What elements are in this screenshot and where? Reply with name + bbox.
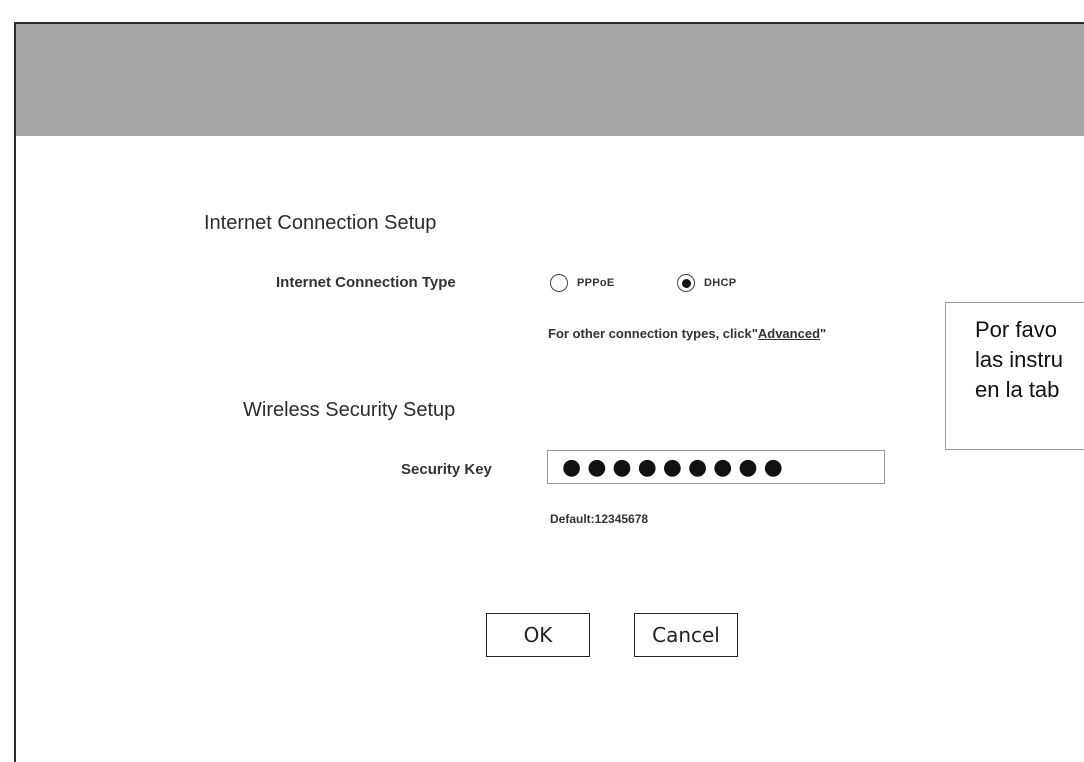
note-line: en la tab — [975, 377, 1060, 402]
advanced-link[interactable]: Advanced — [758, 326, 820, 341]
ok-button[interactable]: OK — [486, 613, 590, 657]
security-key-label: Security Key — [401, 461, 492, 478]
note-line: las instru — [975, 347, 1064, 372]
note-line: Por favo — [975, 317, 1057, 342]
radio-selected-dot — [681, 278, 691, 288]
radio-button-dhcp[interactable] — [677, 274, 695, 292]
internet-setup-title: Internet Connection Setup — [204, 212, 437, 234]
radio-option-pppoe[interactable]: PPPoE — [550, 274, 615, 292]
header-bar — [16, 24, 1084, 136]
connection-type-label: Internet Connection Type — [276, 274, 456, 291]
instruction-note-box: Por favo las instru en la tab — [945, 302, 1084, 450]
connection-types-hint: For other connection types, click"Advanc… — [548, 326, 826, 341]
hint-text-prefix: For other connection types, click" — [548, 326, 758, 341]
wireless-setup-title: Wireless Security Setup — [243, 399, 456, 421]
radio-button-pppoe[interactable] — [550, 274, 568, 292]
radio-label-dhcp: DHCP — [704, 277, 737, 289]
radio-label-pppoe: PPPoE — [577, 277, 615, 289]
security-key-input[interactable]: ●●●●●●●●● — [547, 450, 885, 484]
cancel-button[interactable]: Cancel — [634, 613, 738, 657]
default-key-note: Default:12345678 — [550, 512, 649, 526]
hint-text-suffix: " — [820, 326, 827, 341]
radio-option-dhcp[interactable]: DHCP — [677, 274, 736, 292]
